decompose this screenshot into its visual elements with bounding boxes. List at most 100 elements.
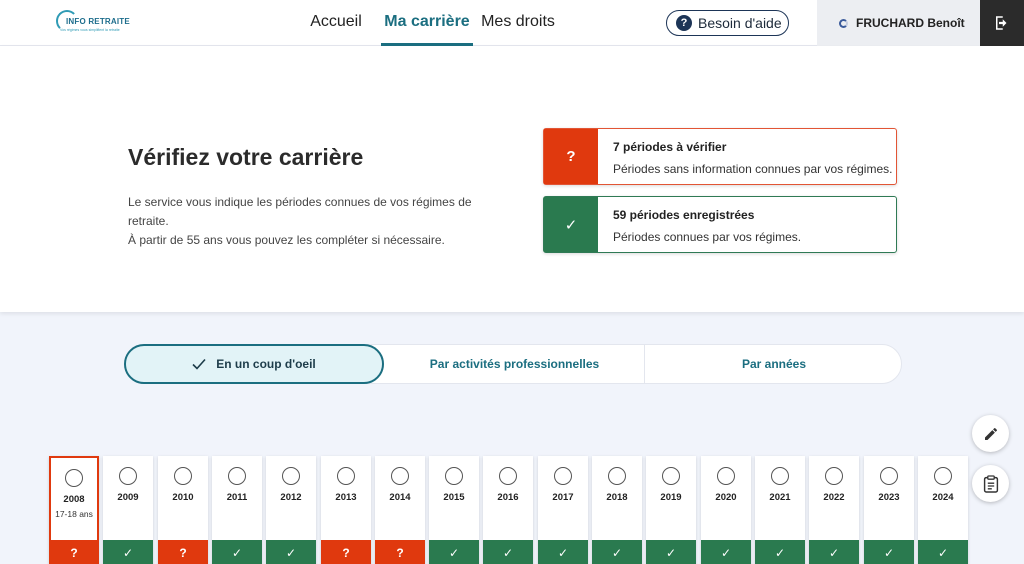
tab-par-activites[interactable]: Par activités professionnelles: [385, 345, 644, 383]
year-card-2016[interactable]: 2016 ✓: [483, 456, 533, 564]
year-card-2020[interactable]: 2020 ✓: [701, 456, 751, 564]
year-recorded-check-icon: ✓: [592, 540, 642, 564]
year-radio[interactable]: [880, 467, 898, 485]
logo-tagline: Vos régimes vous simplifient la retraite: [60, 28, 120, 32]
year-recorded-check-icon: ✓: [429, 540, 479, 564]
year-radio[interactable]: [662, 467, 680, 485]
year-radio[interactable]: [119, 467, 137, 485]
year-to-verify-question-icon: ?: [158, 540, 208, 564]
periods-to-verify-title: 7 périodes à vérifier: [613, 140, 727, 154]
year-recorded-check-icon: ✓: [809, 540, 859, 564]
year-card-2019[interactable]: 2019 ✓: [646, 456, 696, 564]
year-card-2011[interactable]: 2011 ✓: [212, 456, 262, 564]
summary-button[interactable]: [972, 465, 1009, 502]
year-card-2010[interactable]: 2010?: [158, 456, 208, 564]
year-to-verify-question-icon: ?: [49, 540, 99, 564]
year-label: 2013: [335, 492, 357, 503]
year-radio[interactable]: [771, 467, 789, 485]
description-line-2: À partir de 55 ans vous pouvez les compl…: [128, 233, 445, 247]
year-label: 2019: [660, 492, 682, 503]
year-radio[interactable]: [391, 467, 409, 485]
year-recorded-check-icon: ✓: [538, 540, 588, 564]
periods-recorded-subtitle: Périodes connues par vos régimes.: [613, 230, 802, 244]
year-label: 2008: [63, 494, 85, 505]
periods-to-verify-subtitle: Périodes sans information connues par vo…: [613, 162, 893, 176]
year-label: 2020: [715, 492, 737, 503]
page-description: Le service vous indique les périodes con…: [128, 193, 498, 250]
year-radio[interactable]: [717, 467, 735, 485]
year-card-2017[interactable]: 2017 ✓: [538, 456, 588, 564]
tab-en-un-coup-doeil[interactable]: En un coup d'oeil: [124, 344, 384, 384]
year-card-2021[interactable]: 2021 ✓: [755, 456, 805, 564]
user-status-icon: [839, 18, 848, 28]
page-title: Vérifiez votre carrière: [128, 144, 364, 170]
year-radio[interactable]: [445, 467, 463, 485]
year-recorded-check-icon: ✓: [103, 540, 153, 564]
year-label: 2021: [769, 492, 791, 503]
year-radio[interactable]: [554, 467, 572, 485]
year-card-2015[interactable]: 2015 ✓: [429, 456, 479, 564]
year-card-2018[interactable]: 2018 ✓: [592, 456, 642, 564]
logo-name: INFO RETRAITE: [66, 17, 130, 26]
year-label: 2022: [823, 492, 845, 503]
year-radio[interactable]: [608, 467, 626, 485]
view-tabs: En un coup d'oeil Par activités professi…: [124, 344, 902, 384]
year-label: 2023: [878, 492, 900, 503]
year-card-2023[interactable]: 2023 ✓: [864, 456, 914, 564]
logout-button[interactable]: [980, 0, 1024, 46]
logout-icon: [996, 16, 1007, 30]
periods-to-verify-card[interactable]: ? 7 périodes à vérifier Périodes sans in…: [543, 128, 897, 185]
question-mark-icon: ?: [544, 129, 598, 184]
help-button[interactable]: ? Besoin d'aide: [666, 10, 789, 36]
year-recorded-check-icon: ✓: [212, 540, 262, 564]
help-button-label: Besoin d'aide: [698, 15, 782, 31]
year-recorded-check-icon: ✓: [701, 540, 751, 564]
year-radio[interactable]: [934, 467, 952, 485]
year-recorded-check-icon: ✓: [483, 540, 533, 564]
year-radio[interactable]: [499, 467, 517, 485]
check-icon: ✓: [544, 197, 598, 252]
year-recorded-check-icon: ✓: [646, 540, 696, 564]
year-to-verify-question-icon: ?: [321, 540, 371, 564]
description-line-1: Le service vous indique les périodes con…: [128, 195, 472, 228]
periods-recorded-card[interactable]: ✓ 59 périodes enregistrées Périodes conn…: [543, 196, 897, 253]
user-account[interactable]: FRUCHARD Benoît: [817, 0, 980, 46]
year-card-2012[interactable]: 2012 ✓: [266, 456, 316, 564]
edit-button[interactable]: [972, 415, 1009, 452]
year-radio[interactable]: [174, 467, 192, 485]
year-card-2014[interactable]: 2014?: [375, 456, 425, 564]
career-summary-section: Vérifiez votre carrière Le service vous …: [0, 46, 1024, 312]
year-radio[interactable]: [65, 469, 83, 487]
pencil-icon: [984, 427, 997, 440]
info-retraite-logo[interactable]: INFO RETRAITE Vos régimes vous simplifie…: [56, 8, 130, 38]
year-recorded-check-icon: ✓: [266, 540, 316, 564]
year-age: 17-18 ans: [55, 509, 93, 519]
user-name: FRUCHARD Benoît: [856, 16, 965, 30]
question-icon: ?: [676, 15, 692, 31]
year-radio[interactable]: [228, 467, 246, 485]
clipboard-icon: [983, 474, 998, 493]
year-recorded-check-icon: ✓: [864, 540, 914, 564]
year-radio[interactable]: [282, 467, 300, 485]
year-card-2022[interactable]: 2022 ✓: [809, 456, 859, 564]
year-recorded-check-icon: ✓: [755, 540, 805, 564]
year-radio[interactable]: [337, 467, 355, 485]
tab-par-annees[interactable]: Par années: [645, 345, 903, 383]
nav-accueil[interactable]: Accueil: [305, 0, 367, 46]
nav-ma-carriere[interactable]: Ma carrière: [381, 0, 473, 46]
year-label: 2014: [389, 492, 411, 503]
year-to-verify-question-icon: ?: [375, 540, 425, 564]
year-recorded-check-icon: ✓: [918, 540, 968, 564]
year-card-2008[interactable]: 2008 17-18 ans?: [49, 456, 99, 564]
year-label: 2017: [552, 492, 574, 503]
year-radio[interactable]: [825, 467, 843, 485]
year-label: 2010: [172, 492, 194, 503]
year-card-2024[interactable]: 2024 ✓: [918, 456, 968, 564]
year-label: 2024: [932, 492, 954, 503]
check-icon: [192, 358, 206, 370]
year-card-2009[interactable]: 2009 ✓: [103, 456, 153, 564]
year-label: 2015: [443, 492, 465, 503]
top-header: INFO RETRAITE Vos régimes vous simplifie…: [0, 0, 1024, 46]
nav-mes-droits[interactable]: Mes droits: [481, 0, 555, 46]
year-card-2013[interactable]: 2013?: [321, 456, 371, 564]
